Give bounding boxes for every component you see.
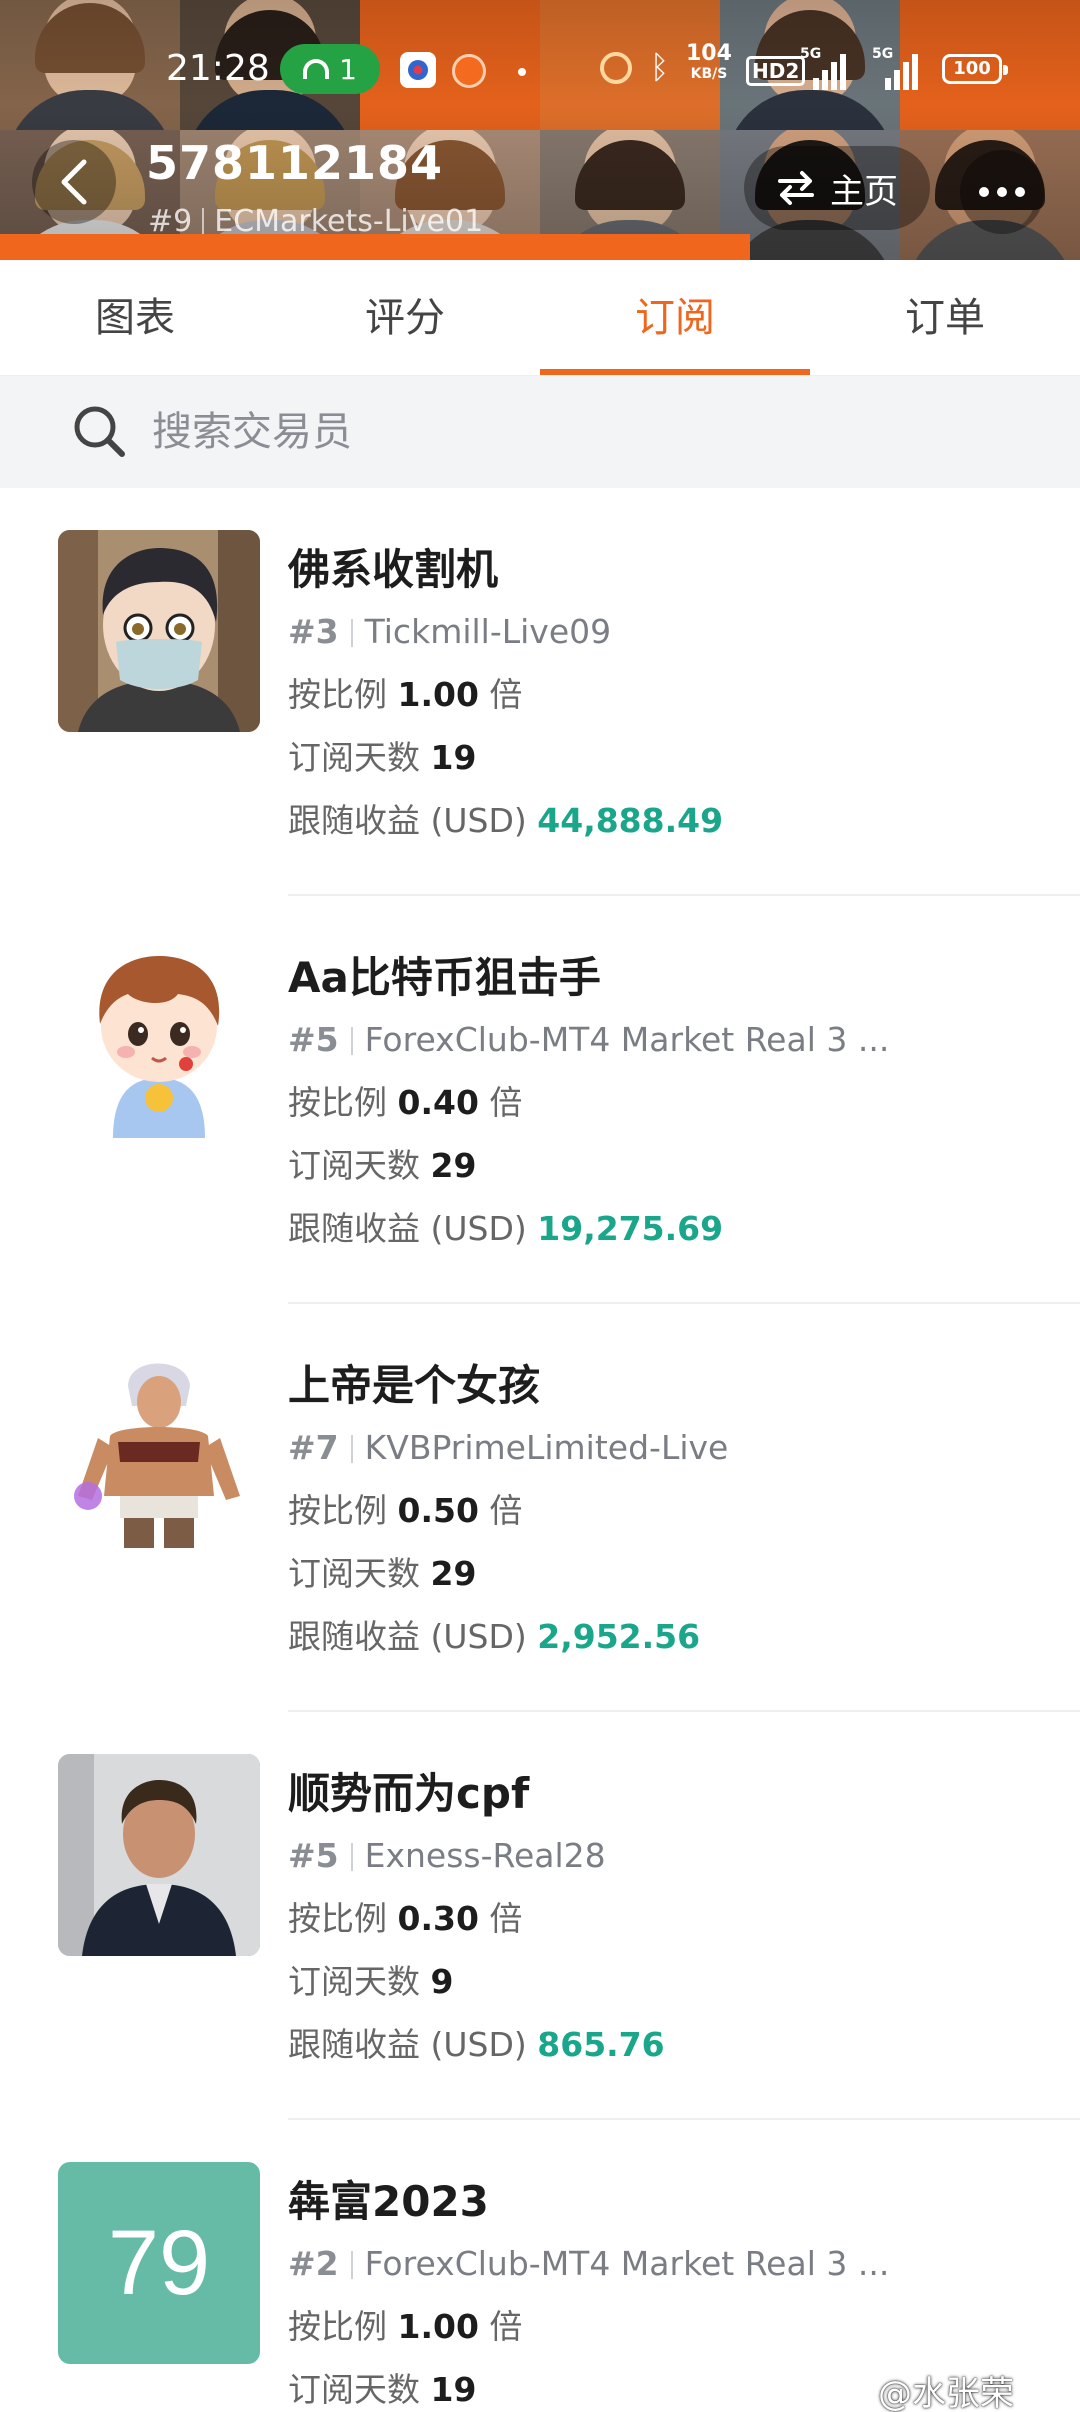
ratio-row: 按比例 0.50 倍	[288, 1491, 523, 1530]
swap-arrows-icon	[778, 171, 814, 205]
app-notification-icon	[400, 52, 436, 88]
tab-chart[interactable]: 图表	[0, 260, 270, 375]
cartoon-boy-avatar	[58, 938, 260, 1140]
profit-row: 跟随收益 (USD) 19,275.69	[288, 1209, 724, 1248]
ratio-row: 按比例 0.30 倍	[288, 1899, 523, 1938]
ratio-row: 按比例 1.00 倍	[288, 2307, 523, 2346]
more-dots-icon	[979, 187, 989, 197]
search-icon	[74, 406, 125, 457]
man-in-suit-avatar	[58, 1754, 260, 1956]
game-character-avatar	[58, 1346, 260, 1548]
profit-row: 跟随收益 (USD) 2,952.56	[288, 1617, 701, 1656]
network-speed: 104 KB/S	[686, 41, 732, 83]
ratio-row: 按比例 1.00 倍	[288, 675, 523, 714]
trader-id: 578112184	[146, 136, 444, 190]
days-row: 订阅天数 29	[288, 1554, 477, 1593]
trader-server-row: #3 Tickmill-Live09	[288, 612, 612, 651]
status-bar: 21:28 1 ᛒ 104 KB/S HD2 5G 5G 100	[0, 40, 1080, 100]
days-row: 订阅天数 19	[288, 738, 477, 777]
back-button[interactable]	[32, 140, 116, 224]
trader-name: Aa比特币狙击手	[288, 953, 601, 1002]
trader-header: 21:28 1 ᛒ 104 KB/S HD2 5G 5G 100 57811218…	[0, 0, 1080, 260]
app-notification-icon-2	[452, 54, 486, 88]
hd-voice-icon: HD2	[746, 56, 806, 86]
wifi-icon	[303, 59, 330, 79]
trader-name: 顺势而为cpf	[288, 1769, 530, 1818]
masked-person-avatar	[58, 530, 260, 732]
tab-orders[interactable]: 订单	[810, 260, 1080, 375]
more-button[interactable]	[960, 150, 1044, 234]
trader-subtitle: #9 ECMarkets-Live01	[148, 204, 483, 239]
trader-name: 犇富2023	[288, 2177, 489, 2226]
more-notifications-dot	[518, 68, 526, 76]
days-row: 订阅天数 29	[288, 1146, 477, 1185]
ratio-row: 按比例 0.40 倍	[288, 1083, 523, 1122]
home-button-label: 主页	[830, 171, 898, 212]
profit-row: 跟随收益 (USD) 865.76	[288, 2025, 665, 2064]
alarm-icon	[600, 52, 632, 84]
list-item[interactable]: 佛系收割机 #3 Tickmill-Live09 按比例 1.00 倍 订阅天数 …	[0, 488, 1080, 896]
trader-name: 上帝是个女孩	[288, 1361, 541, 1410]
chevron-left-icon	[61, 159, 87, 205]
watermark: @水张荣	[878, 2374, 1014, 2412]
network-count: 1	[339, 52, 357, 86]
search-input[interactable]	[152, 400, 1032, 464]
signal-icon-2: 5G	[872, 46, 918, 90]
list-item[interactable]: Aa比特币狙击手 #5 ForexClub-MT4 Market Real 3 .…	[0, 896, 1080, 1304]
status-time: 21:28	[166, 48, 270, 89]
home-button[interactable]: 主页	[744, 146, 930, 230]
list-item[interactable]: 顺势而为cpf #5 Exness-Real28 按比例 0.30 倍 订阅天数 …	[0, 1712, 1080, 2120]
tab-subscriptions[interactable]: 订阅	[540, 260, 810, 375]
tab-rating[interactable]: 评分	[270, 260, 540, 375]
trader-name: 佛系收割机	[288, 545, 499, 594]
bluetooth-icon: ᛒ	[650, 48, 670, 86]
battery-icon: 100	[942, 54, 1008, 84]
trader-server: ECMarkets-Live01	[214, 204, 484, 239]
trader-server-row: #5 ForexClub-MT4 Market Real 3 ...	[288, 1020, 890, 1059]
search-bar	[0, 376, 1080, 488]
tab-bar: 图表 评分 订阅 订单	[0, 260, 1080, 376]
days-row: 订阅天数 9	[288, 1962, 454, 2001]
number-avatar: 79	[58, 2162, 260, 2364]
signal-icon: 5G	[800, 46, 846, 90]
trader-server-row: #7 KVBPrimeLimited-Live	[288, 1428, 729, 1467]
trader-rank: #9	[148, 204, 193, 239]
list-item[interactable]: 上帝是个女孩 #7 KVBPrimeLimited-Live 按比例 0.50 倍…	[0, 1304, 1080, 1712]
trader-server-row: #2 ForexClub-MT4 Market Real 3 ...	[288, 2244, 890, 2283]
profit-row: 跟随收益 (USD) 44,888.49	[288, 801, 724, 840]
network-pill: 1	[280, 44, 380, 94]
trader-server-row: #5 Exness-Real28	[288, 1836, 606, 1875]
